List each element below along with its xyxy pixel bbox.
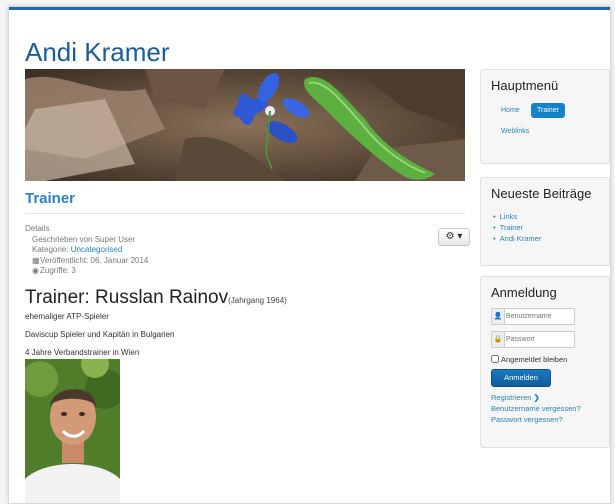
latest-post-item: Andi Kramer <box>493 233 542 244</box>
article-paragraph: ehemaliger ATP-Spieler <box>25 312 109 321</box>
register-link[interactable]: Registrieren ❯ <box>491 393 540 402</box>
hits-text: Zugriffe: 3 <box>40 266 76 275</box>
login-button[interactable]: Anmelden <box>491 369 551 387</box>
lock-icon: 🔒 <box>492 332 505 347</box>
details-author: Geschrieben von Super User <box>32 234 136 244</box>
header-banner-image <box>25 69 465 181</box>
remember-label: Angemeldet bleiben <box>501 355 568 364</box>
user-icon: 👤 <box>492 309 505 324</box>
password-field[interactable]: 🔒 <box>491 331 575 348</box>
register-label: Registrieren <box>491 393 532 402</box>
latest-post-link[interactable]: Trainer <box>500 223 523 232</box>
latest-posts-title: Neueste Beiträge <box>491 186 592 201</box>
latest-posts-panel: Neueste Beiträge Links Trainer Andi Kram… <box>480 177 610 266</box>
headline-text: Trainer: Russlan Rainov <box>25 287 229 308</box>
gear-icon: ⚙ <box>445 231 455 242</box>
site-title[interactable]: Andi Kramer <box>25 37 170 68</box>
main-menu-panel: Hauptmenü Home Trainer Weblinks <box>480 69 610 164</box>
details-heading: Details <box>25 224 50 233</box>
category-label: Kategorie: <box>32 245 71 254</box>
caret-down-icon: ▾ <box>454 231 463 242</box>
details-hits: ◉Zugriffe: 3 <box>25 266 148 277</box>
page-frame: Andi Kramer Trainer ⚙ ▾ Details Geschrie… <box>8 6 611 504</box>
details-published: ▦Veröffentlicht: 06. Januar 2014 <box>25 256 148 267</box>
divider <box>25 213 465 214</box>
article-headline: Trainer: Russlan Rainov(Jahrgang 1964) <box>25 287 287 309</box>
article-tools-button[interactable]: ⚙ ▾ <box>438 228 470 246</box>
headline-note: (Jahrgang 1964) <box>228 296 287 305</box>
username-input[interactable] <box>506 310 570 322</box>
article-paragraph: Daviscup Spieler und Kapitän in Bulgarie… <box>25 330 175 339</box>
login-title: Anmeldung <box>491 285 557 300</box>
chevron-right-icon: ❯ <box>533 393 540 402</box>
main-menu-title: Hauptmenü <box>491 78 559 93</box>
menu-item-trainer[interactable]: Trainer <box>531 103 565 118</box>
password-input[interactable] <box>506 333 570 345</box>
username-field[interactable]: 👤 <box>491 308 575 325</box>
details-category: Kategorie: Uncategorised <box>25 245 148 256</box>
article-details: Details Geschrieben von Super User Kateg… <box>25 224 148 277</box>
latest-post-link[interactable]: Andi Kramer <box>500 234 542 243</box>
top-accent-line <box>9 7 610 10</box>
article-title[interactable]: Trainer <box>25 190 75 207</box>
menu-item-weblinks[interactable]: Weblinks <box>495 124 535 139</box>
article-paragraph: 4 Jahre Verbandstrainer in Wien <box>25 348 140 357</box>
trainer-photo <box>25 359 120 503</box>
latest-post-item: Links <box>493 211 541 222</box>
latest-post-link[interactable]: Links <box>500 212 518 221</box>
latest-posts-list: Links Trainer Andi Kramer <box>493 211 542 244</box>
forgot-username-link[interactable]: Benutzername vergessen? <box>491 404 581 413</box>
category-link[interactable]: Uncategorised <box>71 245 123 254</box>
remember-checkbox[interactable] <box>491 355 499 363</box>
calendar-icon: ▦ <box>32 255 40 265</box>
remember-me[interactable]: Angemeldet bleiben <box>491 355 567 364</box>
eye-icon: ◉ <box>32 266 39 275</box>
login-panel: Anmeldung 👤 🔒 Angemeldet bleiben Anmelde… <box>480 276 610 448</box>
forgot-password-link[interactable]: Passwort vergessen? <box>491 415 563 424</box>
latest-post-item: Trainer <box>493 222 541 233</box>
menu-item-home[interactable]: Home <box>495 103 526 118</box>
published-text: Veröffentlicht: 06. Januar 2014 <box>40 255 149 265</box>
